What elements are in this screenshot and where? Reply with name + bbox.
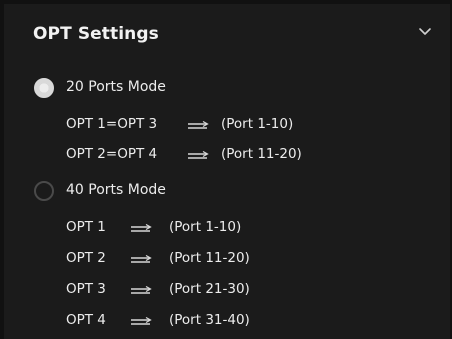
opt-label: OPT 3	[66, 281, 106, 297]
panel-title: OPT Settings	[33, 24, 159, 44]
radio-button-unselected[interactable]	[34, 181, 54, 201]
mode-label: 40 Ports Mode	[66, 182, 166, 198]
right-arrows-icon	[188, 151, 209, 159]
opt-label: OPT 4	[66, 312, 106, 328]
opt-label: OPT 2=OPT 4	[66, 146, 158, 162]
right-arrows-icon	[131, 317, 152, 325]
right-arrows-icon	[131, 224, 152, 232]
opt-label: OPT 1	[66, 219, 106, 235]
right-arrows-icon	[131, 255, 152, 263]
mode-label: 20 Ports Mode	[66, 79, 166, 95]
opt-label: OPT 1=OPT 3	[66, 116, 158, 132]
opt-label: OPT 2	[66, 250, 106, 266]
port-range: (Port 1-10)	[169, 219, 242, 235]
right-arrows-icon	[131, 286, 152, 294]
port-range: (Port 21-30)	[169, 281, 250, 297]
radio-button-selected[interactable]	[34, 78, 54, 98]
opt-settings-panel: OPT Settings 20 Ports Mode OPT 1=OPT 3 (…	[4, 4, 450, 339]
port-range: (Port 11-20)	[221, 146, 302, 162]
port-range: (Port 1-10)	[221, 116, 294, 132]
chevron-down-icon[interactable]	[417, 26, 433, 38]
right-arrows-icon	[188, 121, 209, 129]
panel-header[interactable]: OPT Settings	[4, 4, 450, 62]
port-range: (Port 11-20)	[169, 250, 250, 266]
port-range: (Port 31-40)	[169, 312, 250, 328]
